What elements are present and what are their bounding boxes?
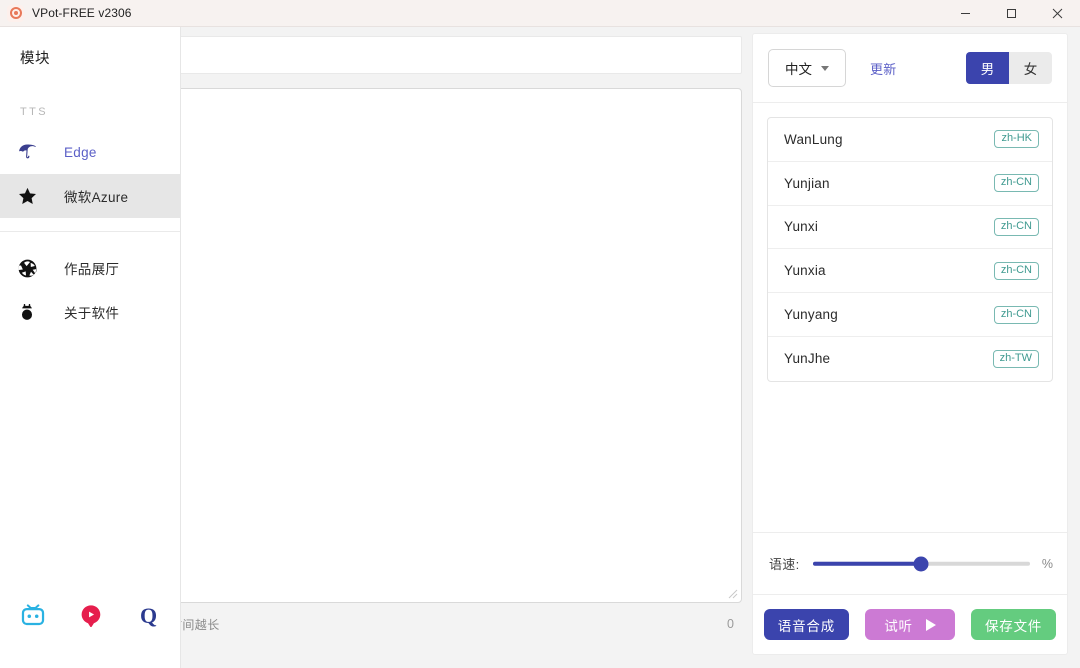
main-toolbar xyxy=(104,36,742,74)
speed-slider[interactable] xyxy=(813,555,1030,573)
synthesize-label: 语音合成 xyxy=(778,615,835,635)
sidebar-section-tts: TTS xyxy=(0,68,180,118)
list-item[interactable]: Yunyang zh-CN xyxy=(768,293,1052,337)
update-link[interactable]: 更新 xyxy=(870,59,897,78)
list-item[interactable]: Yunjian zh-CN xyxy=(768,162,1052,206)
char-counter: 0 xyxy=(727,617,734,631)
speed-unit: % xyxy=(1042,557,1053,571)
close-button[interactable] xyxy=(1034,0,1080,27)
speed-control-row: 语速: % xyxy=(753,532,1067,594)
application-window: VPot-FREE v2306 数越多合成时间越长 0 xyxy=(0,0,1080,668)
xiaohongshu-icon[interactable] xyxy=(77,602,105,630)
sidebar-item-label: Edge xyxy=(64,145,97,160)
voice-list: WanLung zh-HK Yunjian zh-CN Yunxi zh-CN … xyxy=(767,117,1053,382)
voice-name: YunJhe xyxy=(784,351,830,366)
save-file-button[interactable]: 保存文件 xyxy=(971,609,1056,640)
sidebar-social-links: Q xyxy=(0,602,181,630)
voice-settings-panel: 中文 更新 男 女 WanLung zh-HK Yunjian zh-CN xyxy=(752,33,1068,655)
text-input-area[interactable] xyxy=(104,88,742,603)
locale-badge: zh-CN xyxy=(994,262,1039,280)
bug-icon xyxy=(10,302,44,322)
title-bar: VPot-FREE v2306 xyxy=(0,0,1080,27)
locale-badge: zh-CN xyxy=(994,218,1039,236)
maximize-button[interactable] xyxy=(988,0,1034,27)
sidebar-item-label: 关于软件 xyxy=(64,302,119,322)
locale-badge: zh-HK xyxy=(994,130,1039,148)
qq-icon[interactable]: Q xyxy=(135,602,163,630)
voice-name: Yunxia xyxy=(784,263,826,278)
gender-option-male[interactable]: 男 xyxy=(966,52,1009,84)
umbrella-icon xyxy=(10,142,44,162)
locale-badge: zh-CN xyxy=(994,174,1039,192)
minimize-button[interactable] xyxy=(942,0,988,27)
main-content-area: 数越多合成时间越长 0 xyxy=(104,36,742,656)
gender-option-female[interactable]: 女 xyxy=(1009,52,1052,84)
sidebar-item-label: 作品展厅 xyxy=(64,258,119,278)
vpot-logo-icon xyxy=(7,5,24,22)
action-buttons-row: 语音合成 试听 保存文件 xyxy=(753,594,1067,654)
gender-toggle: 男 女 xyxy=(966,52,1052,84)
list-item[interactable]: WanLung zh-HK xyxy=(768,118,1052,162)
window-title: VPot-FREE v2306 xyxy=(32,6,132,20)
preview-button[interactable]: 试听 xyxy=(865,609,955,640)
sidebar-item-azure[interactable]: 微软Azure xyxy=(0,174,180,218)
window-controls xyxy=(942,0,1080,27)
main-footer: 数越多合成时间越长 0 xyxy=(104,611,742,637)
speed-label: 语速: xyxy=(769,554,800,573)
voice-list-container: WanLung zh-HK Yunjian zh-CN Yunxi zh-CN … xyxy=(753,103,1067,532)
sidebar-item-edge[interactable]: Edge xyxy=(0,130,180,174)
sidebar-item-gallery[interactable]: 作品展厅 xyxy=(0,246,180,290)
voice-name: WanLung xyxy=(784,132,843,147)
sidebar-item-label: 微软Azure xyxy=(64,186,128,206)
sidebar: 模块 TTS Edge 微软Azure xyxy=(0,27,181,668)
list-item[interactable]: Yunxi zh-CN xyxy=(768,206,1052,250)
play-icon xyxy=(926,619,936,631)
voice-name: Yunjian xyxy=(784,176,830,191)
save-file-label: 保存文件 xyxy=(985,615,1042,635)
aperture-icon xyxy=(10,258,44,279)
slider-fill xyxy=(813,561,922,566)
sidebar-title: 模块 xyxy=(0,27,180,68)
sidebar-item-about[interactable]: 关于软件 xyxy=(0,290,180,334)
voice-panel-header: 中文 更新 男 女 xyxy=(753,34,1067,103)
star-icon xyxy=(10,186,44,207)
locale-badge: zh-CN xyxy=(994,306,1039,324)
language-select-value: 中文 xyxy=(785,58,812,78)
language-select[interactable]: 中文 xyxy=(768,49,846,87)
resize-grip-icon[interactable] xyxy=(727,588,738,599)
preview-label: 试听 xyxy=(884,615,913,635)
bilibili-icon[interactable] xyxy=(19,602,47,630)
voice-name: Yunxi xyxy=(784,219,818,234)
voice-name: Yunyang xyxy=(784,307,838,322)
slider-knob[interactable] xyxy=(914,556,929,571)
synthesize-button[interactable]: 语音合成 xyxy=(764,609,849,640)
list-item[interactable]: Yunxia zh-CN xyxy=(768,249,1052,293)
list-item[interactable]: YunJhe zh-TW xyxy=(768,337,1052,381)
chevron-down-icon xyxy=(821,66,829,71)
locale-badge: zh-TW xyxy=(993,350,1039,368)
